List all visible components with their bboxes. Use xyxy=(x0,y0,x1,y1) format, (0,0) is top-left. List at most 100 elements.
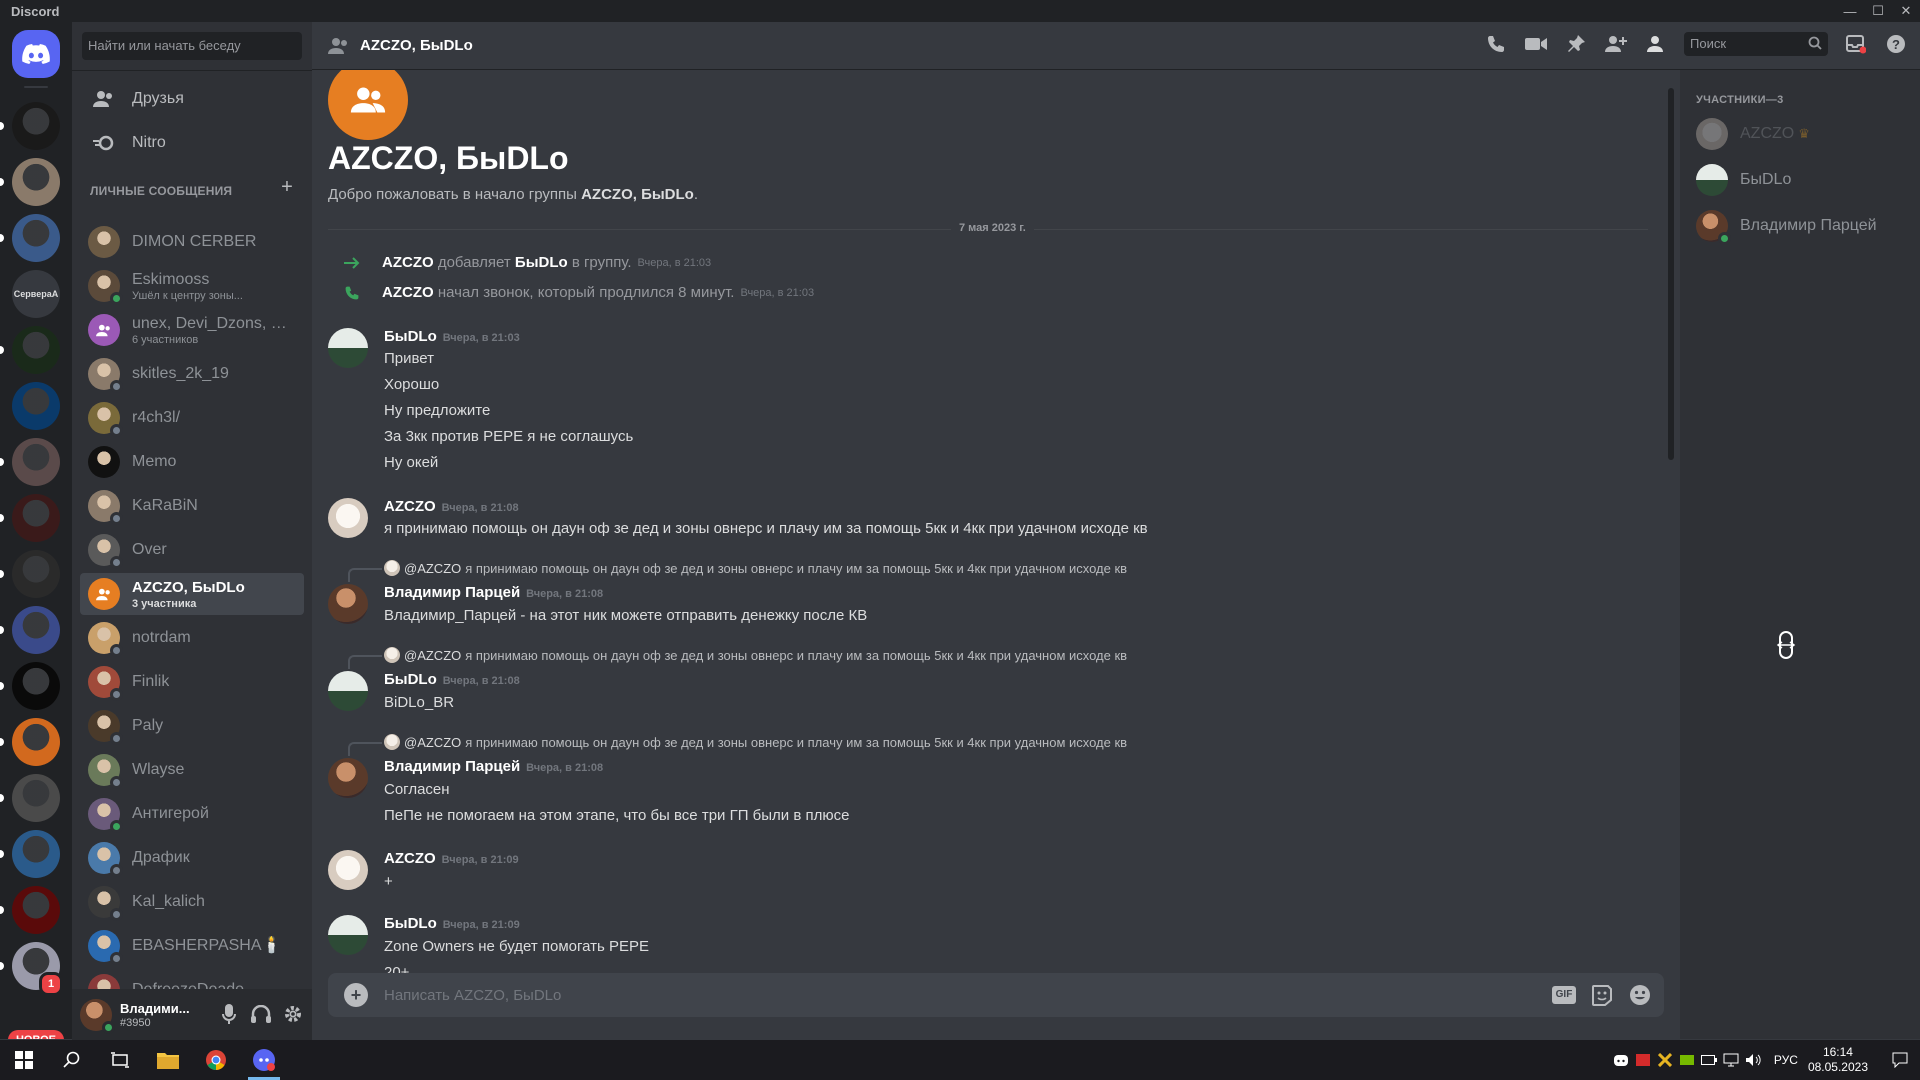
dm-item[interactable]: Драфик xyxy=(80,837,304,879)
member-item[interactable]: Владимир Парцей xyxy=(1688,204,1912,248)
find-conversation-input[interactable]: Найти или начать беседу xyxy=(82,32,302,60)
server-icon[interactable] xyxy=(12,102,60,150)
server-icon[interactable] xyxy=(12,158,60,206)
dm-item[interactable]: notrdam xyxy=(80,617,304,659)
start-voice-call-icon[interactable] xyxy=(1484,32,1508,56)
network-icon[interactable] xyxy=(1720,1040,1742,1080)
task-view-icon[interactable] xyxy=(96,1040,144,1080)
server-icon[interactable] xyxy=(12,662,60,710)
dm-item[interactable]: Memo xyxy=(80,441,304,483)
add-friends-to-dm-icon[interactable] xyxy=(1604,32,1628,56)
dm-item[interactable]: KaRaBiN xyxy=(80,485,304,527)
avatar[interactable] xyxy=(328,850,368,890)
avatar[interactable] xyxy=(328,328,368,368)
dm-item[interactable]: r4ch3l/ xyxy=(80,397,304,439)
server-icon[interactable] xyxy=(12,550,60,598)
scrollbar[interactable] xyxy=(1668,88,1674,460)
dm-item[interactable]: unex, Devi_Dzons, Nn... 6 участников xyxy=(80,309,304,351)
home-button[interactable] xyxy=(12,30,60,78)
message-composer[interactable]: + Написать AZCZO, БыDLo GIF xyxy=(328,973,1664,1017)
discord-tray-icon[interactable] xyxy=(1610,1040,1632,1080)
dm-item[interactable]: Eskimooss Ушёл к центру зоны... xyxy=(80,265,304,307)
sticker-icon[interactable] xyxy=(1590,983,1614,1007)
notifications-icon[interactable] xyxy=(1880,1040,1920,1080)
dm-item[interactable]: EBASHERPASHA🕯️ xyxy=(80,925,304,967)
message-author[interactable]: БыDLo Вчера, в 21:08 xyxy=(384,671,520,688)
author-name[interactable]: БыDLo xyxy=(384,328,437,345)
clock[interactable]: 16:14 08.05.2023 xyxy=(1808,1045,1868,1075)
start-video-call-icon[interactable] xyxy=(1524,32,1548,56)
avatar[interactable] xyxy=(328,498,368,538)
pinned-messages-icon[interactable] xyxy=(1564,32,1588,56)
server-icon[interactable] xyxy=(12,774,60,822)
message-author[interactable]: Владимир Парцей Вчера, в 21:08 xyxy=(384,758,603,775)
discord-taskbar-icon[interactable] xyxy=(240,1040,288,1080)
dm-item[interactable]: Wlayse xyxy=(80,749,304,791)
avatar[interactable] xyxy=(80,999,115,1034)
dm-item[interactable]: Paly xyxy=(80,705,304,747)
app-tray-icon[interactable] xyxy=(1654,1040,1676,1080)
create-dm-plus-icon[interactable]: + xyxy=(278,177,296,197)
dm-item[interactable]: AZCZO, БыDLo 3 участника xyxy=(80,573,304,615)
message-author[interactable]: БыDLo Вчера, в 21:03 xyxy=(384,328,520,345)
volume-icon[interactable] xyxy=(1742,1040,1764,1080)
author-name[interactable]: AZCZO xyxy=(384,498,436,515)
help-icon[interactable]: ? xyxy=(1884,32,1908,56)
system-actor[interactable]: AZCZO xyxy=(382,284,434,301)
server-icon[interactable]: СервераА xyxy=(12,270,60,318)
input-language[interactable]: РУС xyxy=(1774,1053,1798,1067)
avatar[interactable] xyxy=(328,671,368,711)
server-icon[interactable] xyxy=(12,214,60,262)
reply-reference[interactable]: @AZCZO я принимаю помощь он даун оф зе де… xyxy=(384,647,1127,663)
message-author[interactable]: Владимир Парцей Вчера, в 21:08 xyxy=(384,584,603,601)
server-icon[interactable] xyxy=(12,494,60,542)
server-icon[interactable] xyxy=(12,606,60,654)
dm-item[interactable]: DIMON CERBER xyxy=(80,221,304,263)
gif-button[interactable]: GIF xyxy=(1552,986,1576,1004)
member-item[interactable]: БыDLo xyxy=(1688,158,1912,202)
server-icon[interactable] xyxy=(12,438,60,486)
app-tray-icon[interactable] xyxy=(1632,1040,1654,1080)
author-name[interactable]: AZCZO xyxy=(384,850,436,867)
message-author[interactable]: AZCZO Вчера, в 21:08 xyxy=(384,498,519,515)
nitro-nav[interactable]: Nitro xyxy=(80,122,304,164)
dm-item[interactable]: Finlik xyxy=(80,661,304,703)
system-target[interactable]: БыDLo xyxy=(515,254,568,271)
reply-reference[interactable]: @AZCZO я принимаю помощь он даун оф зе де… xyxy=(384,560,1127,576)
message-author[interactable]: БыDLo Вчера, в 21:09 xyxy=(384,915,520,932)
reply-reference[interactable]: @AZCZO я принимаю помощь он даун оф зе де… xyxy=(384,734,1127,750)
emoji-icon[interactable] xyxy=(1628,983,1652,1007)
dm-item[interactable]: Антигерой xyxy=(80,793,304,835)
settings-gear-icon[interactable] xyxy=(282,1003,304,1025)
system-actor[interactable]: AZCZO xyxy=(382,254,434,271)
avatar[interactable] xyxy=(328,915,368,955)
server-icon[interactable] xyxy=(12,718,60,766)
maximize-button[interactable]: ☐ xyxy=(1864,0,1892,22)
file-explorer-icon[interactable] xyxy=(144,1040,192,1080)
server-icon[interactable] xyxy=(12,382,60,430)
avatar[interactable] xyxy=(328,584,368,624)
headphones-icon[interactable] xyxy=(250,1003,272,1025)
dm-item[interactable]: skitles_2k_19 xyxy=(80,353,304,395)
author-name[interactable]: БыDLo xyxy=(384,915,437,932)
server-icon[interactable] xyxy=(12,830,60,878)
author-name[interactable]: Владимир Парцей xyxy=(384,758,520,775)
message-input[interactable]: Написать AZCZO, БыDLo xyxy=(384,987,561,1004)
dm-item[interactable]: Kal_kalich xyxy=(80,881,304,923)
microphone-icon[interactable] xyxy=(218,1003,240,1025)
battery-icon[interactable] xyxy=(1698,1040,1720,1080)
author-name[interactable]: БыDLo xyxy=(384,671,437,688)
search-icon[interactable] xyxy=(48,1040,96,1080)
minimize-button[interactable]: — xyxy=(1836,0,1864,22)
dm-item[interactable]: Over xyxy=(80,529,304,571)
message-author[interactable]: AZCZO Вчера, в 21:09 xyxy=(384,850,519,867)
member-item[interactable]: AZCZO ♛ xyxy=(1688,112,1912,156)
windows-start-icon[interactable] xyxy=(0,1040,48,1080)
upload-plus-icon[interactable]: + xyxy=(344,983,368,1007)
server-icon[interactable] xyxy=(12,326,60,374)
message-list[interactable]: AZCZO, БыDLo Добро пожаловать в начало г… xyxy=(312,70,1664,974)
chrome-icon[interactable] xyxy=(192,1040,240,1080)
avatar[interactable] xyxy=(328,758,368,798)
member-list-icon[interactable] xyxy=(1644,32,1668,56)
server-icon[interactable] xyxy=(12,886,60,934)
